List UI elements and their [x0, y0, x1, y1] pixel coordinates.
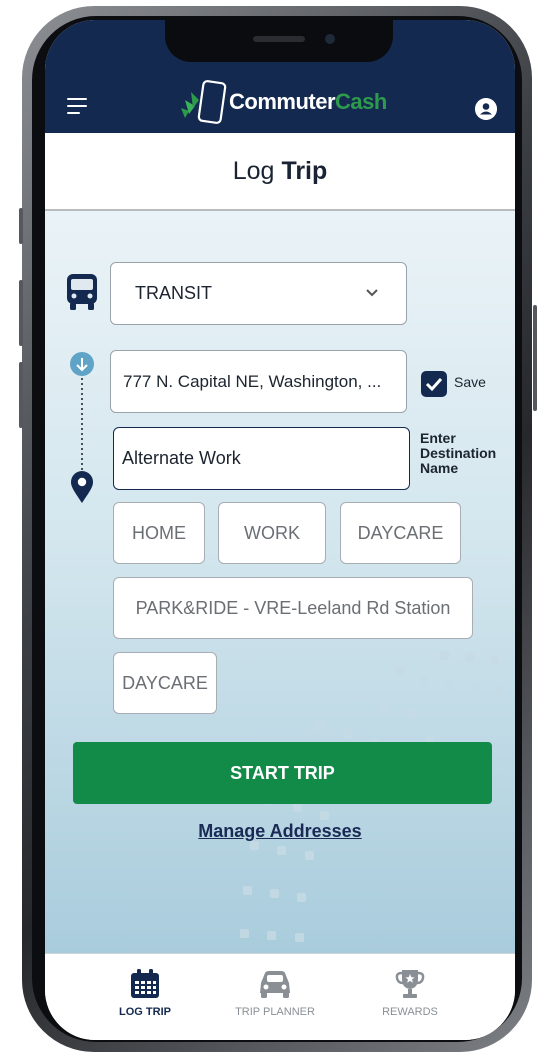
origin-address-value: 777 N. Capital NE, Washington, ...: [123, 371, 382, 391]
origin-address-field[interactable]: 777 N. Capital NE, Washington, ...: [110, 350, 407, 413]
nav-tab-trip-planner[interactable]: TRIP PLANNER: [205, 954, 345, 1040]
destination-name-field[interactable]: Alternate Work: [113, 427, 410, 490]
app-header: Commuter Cash: [45, 20, 515, 133]
commutercash-logo: Commuter Cash: [179, 78, 387, 126]
side-button-volume-up: [19, 280, 23, 346]
logo-text-commuter: Commuter: [229, 89, 336, 114]
nav-tab-rewards[interactable]: REWARDS: [340, 954, 480, 1040]
transport-mode-value: TRANSIT: [135, 283, 213, 303]
nav-tab-log-trip[interactable]: LOG TRIP: [75, 954, 215, 1040]
quick-destination-work[interactable]: WORK: [218, 502, 326, 564]
phone-notch: [165, 20, 393, 62]
quick-destination-label: WORK: [244, 522, 300, 543]
nav-label-rewards: REWARDS: [382, 1006, 438, 1018]
bottom-nav: LOG TRIP TRIP PLANNER REWARDS: [45, 953, 515, 1040]
start-trip-label: START TRIP: [230, 762, 335, 783]
car-icon: [260, 971, 290, 998]
quick-destination-label: HOME: [132, 522, 186, 543]
checkmark-icon: [425, 377, 443, 392]
destination-hint: Enter Destination Name: [420, 430, 497, 476]
phone-logo-icon: [181, 80, 227, 124]
side-button-silent: [19, 208, 23, 244]
logo-text-cash: Cash: [335, 89, 387, 114]
log-trip-form: TRANSIT 777 N. Capital NE, Washington, .…: [45, 211, 515, 953]
profile-icon[interactable]: [475, 98, 497, 120]
manage-addresses-link[interactable]: Manage Addresses: [45, 821, 515, 842]
page-title: Log Trip: [45, 133, 515, 211]
hamburger-menu-icon[interactable]: [67, 98, 87, 114]
front-camera: [325, 34, 335, 44]
quick-destination-label: PARK&RIDE - VRE-Leeland Rd Station: [135, 597, 451, 618]
nav-label-trip-planner: TRIP PLANNER: [235, 1006, 315, 1018]
chevron-down-icon: [366, 289, 378, 297]
page-title-light: Log: [232, 156, 275, 185]
side-button-power: [533, 305, 537, 411]
calendar-icon: [131, 969, 159, 998]
quick-destination-daycare-2[interactable]: DAYCARE: [113, 652, 217, 714]
side-button-volume-down: [19, 362, 23, 428]
quick-destination-label: DAYCARE: [357, 522, 444, 543]
route-line: [70, 352, 94, 503]
app-screen: Commuter Cash Log Trip TRANSIT 777 N. Ca…: [45, 20, 515, 1040]
nav-label-log-trip: LOG TRIP: [119, 1006, 171, 1018]
trophy-icon: [395, 970, 425, 998]
destination-name-value: Alternate Work: [122, 448, 241, 468]
save-address-checkbox[interactable]: [421, 371, 447, 397]
transport-mode-select[interactable]: TRANSIT: [110, 262, 407, 325]
start-trip-button[interactable]: START TRIP: [73, 742, 492, 804]
quick-destination-park-and-ride[interactable]: PARK&RIDE - VRE-Leeland Rd Station: [113, 577, 473, 639]
quick-destination-daycare[interactable]: DAYCARE: [340, 502, 461, 564]
quick-destination-home[interactable]: HOME: [113, 502, 205, 564]
quick-destination-label: DAYCARE: [122, 672, 208, 693]
save-label: Save: [454, 374, 486, 390]
bus-icon: [67, 274, 97, 310]
page-title-bold: Trip: [281, 156, 328, 185]
speaker-grille: [253, 36, 305, 42]
